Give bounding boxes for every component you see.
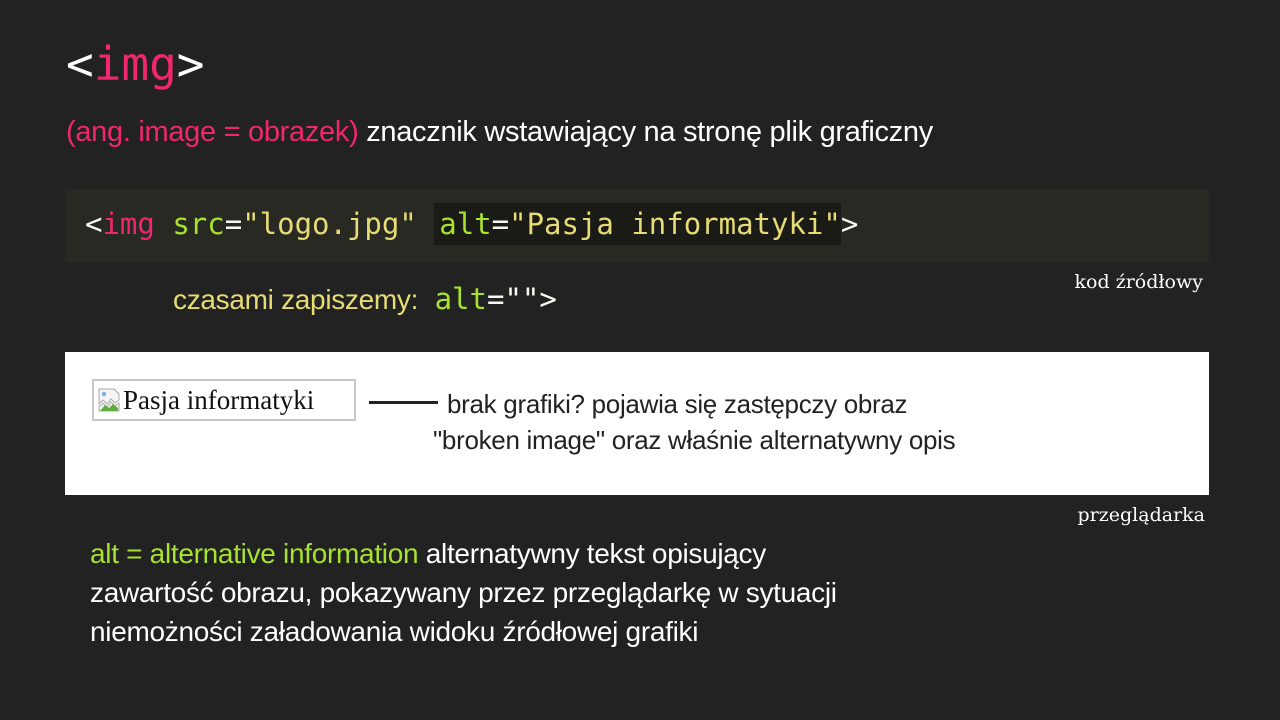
code-block: <img src="logo.jpg" alt="Pasja informaty… [65, 189, 1209, 262]
page-title: <img> [66, 36, 205, 92]
subtitle: (ang. image = obrazek) znacznik wstawiaj… [66, 112, 933, 152]
code-alt-highlight: alt="Pasja informatyki" [434, 203, 841, 245]
browser-demo-note: brak grafiki? pojawia się zastępczy obra… [433, 386, 956, 458]
description-line3: niemożności załadowania widoku źródłowej… [90, 616, 699, 647]
code-src-value: "logo.jpg" [242, 207, 417, 241]
browser-demo-note-line2: "broken image" oraz właśnie alternatywny… [433, 425, 956, 455]
browser-demo-panel: Pasja informatyki brak grafiki? pojawia … [65, 352, 1209, 495]
code-alt-equals: = [491, 207, 510, 241]
description-line1-rest: alternatywny tekst opisujący [418, 538, 767, 569]
code-alt-value: "Pasja informatyki" [509, 207, 841, 241]
title-open-bracket: < [66, 37, 94, 91]
code-open-bracket: < [85, 207, 103, 241]
subtitle-description: znacznik wstawiający na stronę plik graf… [366, 116, 933, 148]
subtitle-translation: (ang. image = obrazek) [66, 116, 359, 148]
alt-description: alt = alternative information alternatyw… [90, 534, 1090, 651]
code-close-bracket: > [840, 207, 859, 241]
sometimes-close-bracket: > [539, 282, 557, 316]
sometimes-code: alt=""> [435, 282, 557, 316]
browser-label: przeglądarka [1077, 504, 1205, 526]
description-highlight: alt = alternative information [90, 538, 419, 569]
broken-image-box: Pasja informatyki [92, 379, 356, 421]
sometimes-row: czasami zapiszemy: alt=""> [173, 279, 557, 320]
code-src-attr: src [172, 207, 225, 241]
code-line: <img src="logo.jpg" alt="Pasja informaty… [85, 202, 858, 246]
description-line1: alt = alternative information alternatyw… [90, 534, 1090, 573]
title-tag-name: img [93, 37, 177, 91]
broken-image-icon [98, 388, 120, 412]
source-code-label: kod źródłowy [1074, 271, 1203, 293]
code-tag-name: img [102, 207, 155, 241]
broken-image-alt-text: Pasja informatyki [123, 385, 315, 415]
sometimes-empty-value: "" [504, 282, 540, 316]
sometimes-text: czasami zapiszemy: [173, 284, 419, 315]
title-close-bracket: > [176, 37, 205, 91]
code-alt-attr: alt [439, 207, 492, 241]
description-line2: zawartość obrazu, pokazywany przez przeg… [90, 577, 837, 608]
sometimes-alt-attr: alt [434, 282, 487, 316]
sometimes-equals: = [486, 282, 505, 316]
connector-line [369, 401, 438, 404]
code-src-equals: = [224, 207, 243, 241]
browser-demo-note-line1: brak grafiki? pojawia się zastępczy obra… [447, 389, 908, 419]
